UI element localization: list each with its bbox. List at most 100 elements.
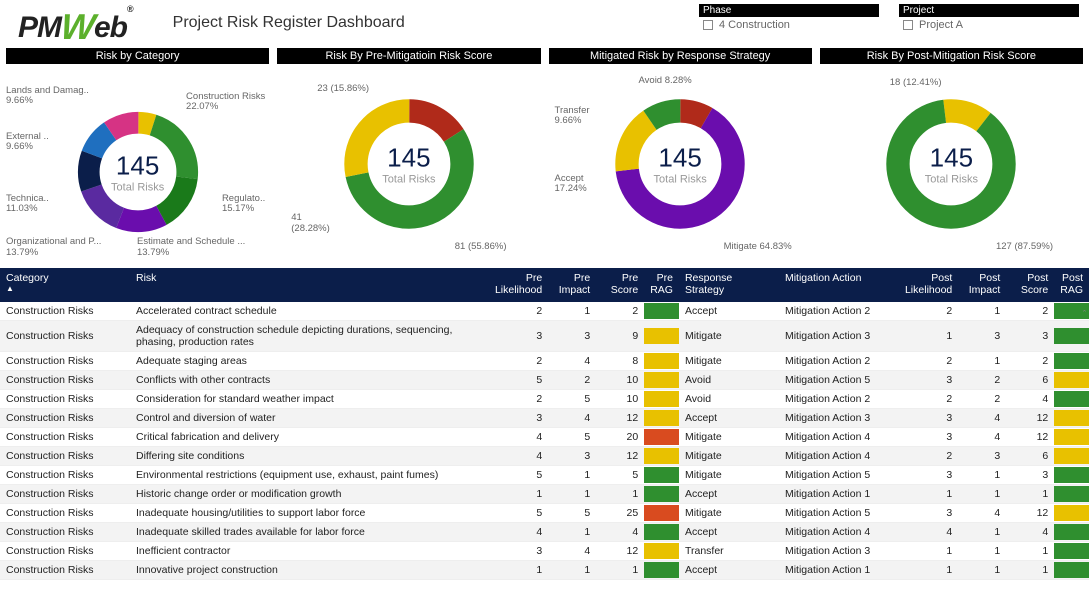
table-row[interactable]: Construction RisksDiffering site conditi… [0,447,1089,466]
col-pre-score[interactable]: Pre Score [596,268,644,302]
cell-pre-score: 5 [596,466,644,485]
cell-post-impact: 1 [958,542,1006,561]
cell-pre-score: 12 [596,409,644,428]
cell-post-impact: 2 [958,390,1006,409]
cell-category: Construction Risks [0,504,130,523]
sort-asc-icon: ▲ [6,284,124,293]
col-post-rag[interactable]: Post RAG [1054,268,1089,302]
table-row[interactable]: Construction RisksCritical fabrication a… [0,428,1089,447]
chart-center-sub: Total Risks [654,174,707,186]
chart-label: Transfer 9.66% [555,106,590,127]
cell-post-score: 3 [1006,321,1054,352]
cell-pre-likelihood: 4 [489,428,548,447]
cell-action: Mitigation Action 4 [779,447,899,466]
cell-action: Mitigation Action 5 [779,371,899,390]
cell-pre-score: 10 [596,390,644,409]
cell-risk: Environmental restrictions (equipment us… [130,466,489,485]
cell-pre-score: 8 [596,352,644,371]
cell-post-likelihood: 2 [899,302,958,321]
cell-post-likelihood: 1 [899,561,958,580]
cell-pre-score: 2 [596,302,644,321]
chart-post-mitigation-score[interactable]: Risk By Post-Mitigation Risk Score 145 T… [820,48,1083,264]
table-row[interactable]: Construction RisksInnovative project con… [0,561,1089,580]
cell-post-likelihood: 2 [899,390,958,409]
table-row[interactable]: Construction RisksAccelerated contract s… [0,302,1089,321]
cell-pre-rag [644,504,679,523]
cell-post-impact: 1 [958,466,1006,485]
cell-pre-impact: 1 [548,302,596,321]
cell-pre-rag [644,428,679,447]
cell-pre-score: 12 [596,542,644,561]
checkbox-icon[interactable] [903,20,913,30]
chart-label: 18 (12.41%) [890,78,942,88]
table-row[interactable]: Construction RisksAdequate staging areas… [0,352,1089,371]
cell-pre-likelihood: 1 [489,485,548,504]
cell-strategy: Accept [679,485,779,504]
table-row[interactable]: Construction RisksControl and diversion … [0,409,1089,428]
cell-post-impact: 1 [958,523,1006,542]
table-row[interactable]: Construction RisksAdequacy of constructi… [0,321,1089,352]
col-mitigation-action[interactable]: Mitigation Action [779,268,899,302]
col-response-strategy[interactable]: Response Strategy [679,268,779,302]
table-row[interactable]: Construction RisksInadequate skilled tra… [0,523,1089,542]
col-post-impact[interactable]: Post Impact [958,268,1006,302]
cell-pre-score: 20 [596,428,644,447]
col-category[interactable]: Category▲ [0,268,130,302]
chart-label: Organizational and P... 13.79% [6,237,101,258]
cell-category: Construction Risks [0,321,130,352]
chart-label: 81 (55.86%) [455,242,507,252]
col-pre-impact[interactable]: Pre Impact [548,268,596,302]
chart-pre-mitigation-score[interactable]: Risk By Pre-Mitigatioin Risk Score 145 T… [277,48,540,264]
table-row[interactable]: Construction RisksConsideration for stan… [0,390,1089,409]
chart-title: Mitigated Risk by Response Strategy [549,48,812,64]
cell-pre-likelihood: 5 [489,466,548,485]
filter-project-label: Project [899,4,1079,17]
cell-post-impact: 1 [958,485,1006,504]
table-row[interactable]: Construction RisksEnvironmental restrict… [0,466,1089,485]
cell-post-likelihood: 1 [899,321,958,352]
table-body: Construction RisksAccelerated contract s… [0,302,1089,580]
cell-category: Construction Risks [0,352,130,371]
cell-pre-likelihood: 1 [489,561,548,580]
cell-post-impact: 1 [958,302,1006,321]
cell-pre-impact: 5 [548,504,596,523]
cell-post-impact: 4 [958,409,1006,428]
cell-post-score: 2 [1006,302,1054,321]
col-risk[interactable]: Risk [130,268,489,302]
chart-title: Risk by Category [6,48,269,64]
cell-pre-rag [644,561,679,580]
cell-pre-rag [644,302,679,321]
col-pre-rag[interactable]: Pre RAG [644,268,679,302]
checkbox-icon[interactable] [703,20,713,30]
cell-post-impact: 1 [958,561,1006,580]
cell-category: Construction Risks [0,428,130,447]
cell-action: Mitigation Action 4 [779,428,899,447]
cell-category: Construction Risks [0,561,130,580]
chart-response-strategy[interactable]: Mitigated Risk by Response Strategy 145 … [549,48,812,264]
col-post-score[interactable]: Post Score [1006,268,1054,302]
table-row[interactable]: Construction RisksInefficient contractor… [0,542,1089,561]
cell-pre-impact: 1 [548,561,596,580]
chart-title: Risk By Post-Mitigation Risk Score [820,48,1083,64]
table-row[interactable]: Construction RisksConflicts with other c… [0,371,1089,390]
table-row[interactable]: Construction RisksHistoric change order … [0,485,1089,504]
cell-strategy: Mitigate [679,321,779,352]
cell-action: Mitigation Action 5 [779,504,899,523]
risk-table[interactable]: Category▲ Risk Pre Likelihood Pre Impact… [0,268,1089,580]
col-pre-likelihood[interactable]: Pre Likelihood [489,268,548,302]
filter-project[interactable]: Project Project A [899,4,1079,33]
scrollbar[interactable]: ˆ [1083,308,1089,580]
cell-post-impact: 1 [958,352,1006,371]
cell-category: Construction Risks [0,466,130,485]
cell-post-impact: 2 [958,371,1006,390]
filter-phase[interactable]: Phase 4 Construction [699,4,879,33]
table-row[interactable]: Construction RisksInadequate housing/uti… [0,504,1089,523]
chart-risk-by-category[interactable]: Risk by Category 145 Total Risks [6,48,269,264]
header: PMWeb® Project Risk Register Dashboard P… [0,0,1089,48]
filter-phase-label: Phase [699,4,879,17]
cell-risk: Inadequate housing/utilities to support … [130,504,489,523]
logo: PMWeb® [18,4,133,46]
chart-center-value: 145 [382,143,435,174]
col-post-likelihood[interactable]: Post Likelihood [899,268,958,302]
cell-post-score: 4 [1006,390,1054,409]
